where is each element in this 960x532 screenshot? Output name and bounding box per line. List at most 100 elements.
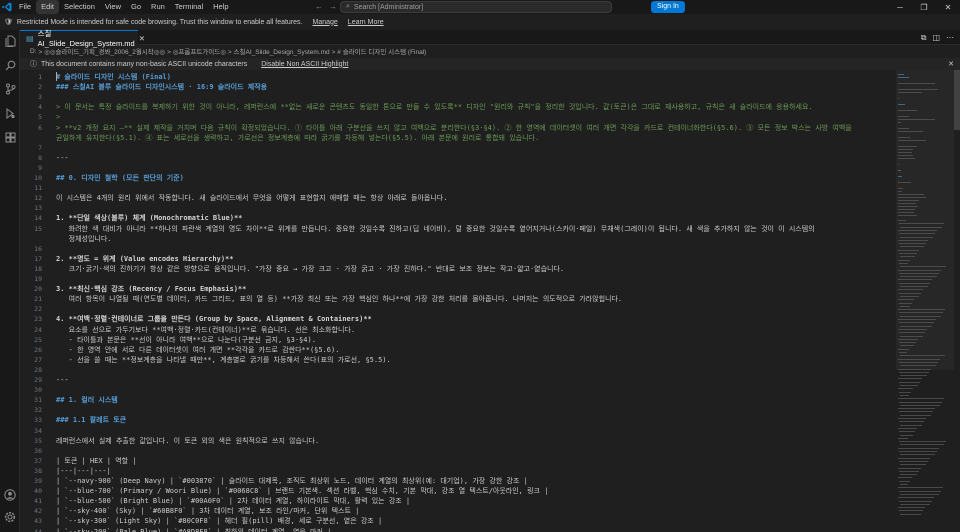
scrollbar-thumb[interactable] [954, 70, 960, 130]
explorer-icon[interactable] [3, 34, 17, 48]
line-number [20, 234, 46, 244]
code-line[interactable]: 4 > 이 문서는 특정 슬라이드를 복제하기 위한 것이 아니라, 레퍼런스에 … [20, 102, 896, 112]
code-line[interactable]: 24 요소를 선으로 가두기보다 **여백·정렬·카드(컨테이너)**로 묶습니… [20, 325, 896, 335]
code-line[interactable]: 11 [20, 183, 896, 193]
line-text: --- [56, 376, 69, 384]
learn-more-link[interactable]: Learn More [348, 19, 384, 26]
line-text: ## 0. 디자인 철학 (모든 판단의 기준) [56, 174, 184, 182]
code-line[interactable]: 22 [20, 304, 896, 314]
code-line[interactable]: 37 | 토큰 | HEX | 역할 | [20, 456, 896, 466]
code-line[interactable]: 정체성입니다. [20, 234, 896, 244]
code-line[interactable]: 10 ## 0. 디자인 철학 (모든 판단의 기준) [20, 173, 896, 183]
breadcrumb-item[interactable]: > # 슬라이드 디자인 시스템 (Final) [332, 46, 427, 56]
code-line[interactable]: 25 - 타이틀과 본문은 **선이 아니라 여백**으로 나눈다(구분선 금지… [20, 335, 896, 345]
line-number: 38 [34, 466, 42, 475]
minimap-line [898, 110, 917, 111]
minimap-line [898, 155, 913, 156]
code-line[interactable]: 40 | `--blue-700` (Primary / Woori Blue) … [20, 486, 896, 496]
code-line[interactable]: 44 | `--sky-200` (Pale Blue) | `#A8D8F8` … [20, 527, 896, 532]
breadcrumb-item[interactable]: > ◎◎슬라이드_기획_경봐_2006_2월시작◎◎ [39, 46, 166, 56]
vertical-scrollbar[interactable] [954, 70, 960, 532]
restore-icon[interactable]: ❐ [912, 0, 936, 14]
sign-in-button[interactable]: Sign In [651, 1, 685, 13]
code-line[interactable]: 21 여러 항목이 나열될 때(연도별 데이터, 카드 그리드, 표의 열 등)… [20, 294, 896, 304]
code-line[interactable]: 34 [20, 426, 896, 436]
code-line[interactable]: 16 [20, 244, 896, 254]
back-arrow-icon[interactable]: ← [315, 0, 323, 14]
code-line[interactable]: 42 | `--sky-400` (Sky) | `#60B8F0` | 3차 데… [20, 506, 896, 516]
code-line[interactable]: 13 [20, 203, 896, 213]
code-line[interactable]: 31 ## 1. 컬러 시스템 [20, 395, 896, 405]
tab-active-file[interactable]: ▤ 스칠AI_Slide_Design_System.md ✕ [20, 29, 145, 48]
forward-arrow-icon[interactable]: → [329, 0, 337, 14]
minimap-line [899, 302, 912, 304]
run-debug-icon[interactable] [3, 106, 17, 120]
code-line[interactable]: 23 4. **여백·정렬·컨테이너로 그룹을 만든다 (Group by Spa… [20, 314, 896, 324]
menu-file[interactable]: File [14, 0, 36, 14]
menu-edit[interactable]: Edit [36, 0, 60, 14]
breadcrumb-item[interactable]: > ◎프롬프트가이드◎ [167, 46, 226, 56]
code-line[interactable]: 36 [20, 446, 896, 456]
code-line[interactable]: 19 [20, 274, 896, 284]
code-line[interactable]: 20 3. **최신·핵심 강조 (Recency / Focus Emphasi… [20, 284, 896, 294]
code-line[interactable]: 26 - 한 영역 안에 서로 다른 데이터셋이 여러 개면 **각각을 카드로… [20, 345, 896, 355]
close-tab-icon[interactable]: ✕ [139, 34, 145, 43]
source-control-icon[interactable] [3, 82, 17, 96]
editor-text-area[interactable]: 1 # 슬라이드 디자인 시스템 (Final) 2 ### 스칠AI 블루 슬라이드… [20, 70, 896, 532]
search-view-icon[interactable] [3, 58, 17, 72]
line-text: --- [56, 153, 69, 162]
code-line[interactable]: 18 크기·굵기·색의 진하기가 항상 같은 방향으로 움직입니다. "가장 중… [20, 264, 896, 274]
split-editor-icon[interactable]: ◫ [932, 33, 940, 42]
menu-selection[interactable]: Selection [59, 0, 100, 14]
code-line[interactable]: 38 |---|---|---| [20, 466, 896, 476]
code-line[interactable]: 41 | `--blue-500` (Bright Blue) | `#00A0F… [20, 496, 896, 506]
code-line[interactable]: 15 화려한 색 대비가 아니라 **하나의 파란색 계열의 명도 차이**로 … [20, 224, 896, 234]
code-line[interactable]: 6 > **v2 개정 요지 —** 실제 제작을 거치며 다음 규칙이 확정되었… [20, 123, 896, 133]
minimap-line [900, 256, 915, 258]
minimap-line [898, 487, 943, 489]
code-line[interactable]: 2 ### 스칠AI 블루 슬라이드 디자인시스템 · 16:9 슬라이드 제작용 [20, 82, 896, 92]
code-line[interactable]: 28 [20, 365, 896, 375]
line-number: 41 [34, 497, 42, 506]
code-line[interactable]: 7 [20, 143, 896, 153]
minimap-line [900, 325, 932, 327]
extensions-icon[interactable] [3, 130, 17, 144]
menu-go[interactable]: Go [126, 0, 146, 14]
menu-view[interactable]: View [100, 0, 126, 14]
menu-terminal[interactable]: Terminal [170, 0, 208, 14]
code-line[interactable]: 8 --- [20, 153, 896, 163]
code-line[interactable]: 35 레퍼런스에서 실제 추출한 값입니다. 이 토큰 외의 색은 원칙적으로 쓰… [20, 436, 896, 446]
code-line[interactable]: 32 [20, 405, 896, 415]
line-text: ### 1.1 팔레트 토큰 [56, 416, 127, 425]
close-warning-icon[interactable]: ✕ [948, 60, 954, 68]
code-line[interactable]: 9 [20, 163, 896, 173]
minimize-icon[interactable]: ─ [888, 0, 912, 14]
minimap[interactable] [896, 70, 954, 532]
more-actions-icon[interactable]: ⋯ [946, 33, 954, 42]
code-line[interactable]: 17 2. **명도 = 위계 (Value encodes Hierarchy)… [20, 254, 896, 264]
code-line[interactable]: 5 > [20, 112, 896, 122]
account-icon[interactable] [3, 488, 17, 502]
breadcrumb-item[interactable]: D: [30, 48, 37, 55]
command-center-search[interactable]: ⌕ Search [Administrator] [340, 1, 612, 13]
code-line[interactable]: 30 [20, 385, 896, 395]
manage-link[interactable]: Manage [313, 19, 338, 26]
code-line[interactable]: 27 - 선을 쓸 때는 **정보계층을 나타낼 때만**, 계층별로 굵기를 … [20, 355, 896, 365]
open-preview-icon[interactable]: ⧉ [921, 33, 927, 43]
code-line[interactable]: 균일하게 유지한다(§5.1). ④ 표는 세로선을 생략하고, 가로선은 정보… [20, 133, 896, 143]
close-window-icon[interactable]: ✕ [936, 0, 960, 14]
menu-run[interactable]: Run [146, 0, 170, 14]
breadcrumb-item[interactable]: > 스칠AI_Slide_Design_System.md [228, 46, 330, 56]
code-line[interactable]: 12 이 시스템은 4개의 원리 위에서 작동합니다. 새 슬라이드에서 무엇을 … [20, 193, 896, 203]
manage-gear-icon[interactable] [3, 510, 17, 524]
code-line[interactable]: 1 # 슬라이드 디자인 시스템 (Final) [20, 72, 896, 82]
disable-highlight-link[interactable]: Disable Non ASCII Highlight [261, 61, 348, 68]
code-line[interactable]: 29 --- [20, 375, 896, 385]
menu-help[interactable]: Help [208, 0, 233, 14]
code-line[interactable]: 14 1. **단일 색상(블루) 체계 (Monochromatic Blue)… [20, 213, 896, 223]
minimap-line [898, 249, 919, 251]
code-line[interactable]: 43 | `--sky-300` (Light Sky) | `#80C0F8` … [20, 516, 896, 526]
code-line[interactable]: 39 | `--navy-900` (Deep Navy) | `#003870`… [20, 476, 896, 486]
code-line[interactable]: 3 [20, 92, 896, 102]
code-line[interactable]: 33 ### 1.1 팔레트 토큰 [20, 415, 896, 425]
